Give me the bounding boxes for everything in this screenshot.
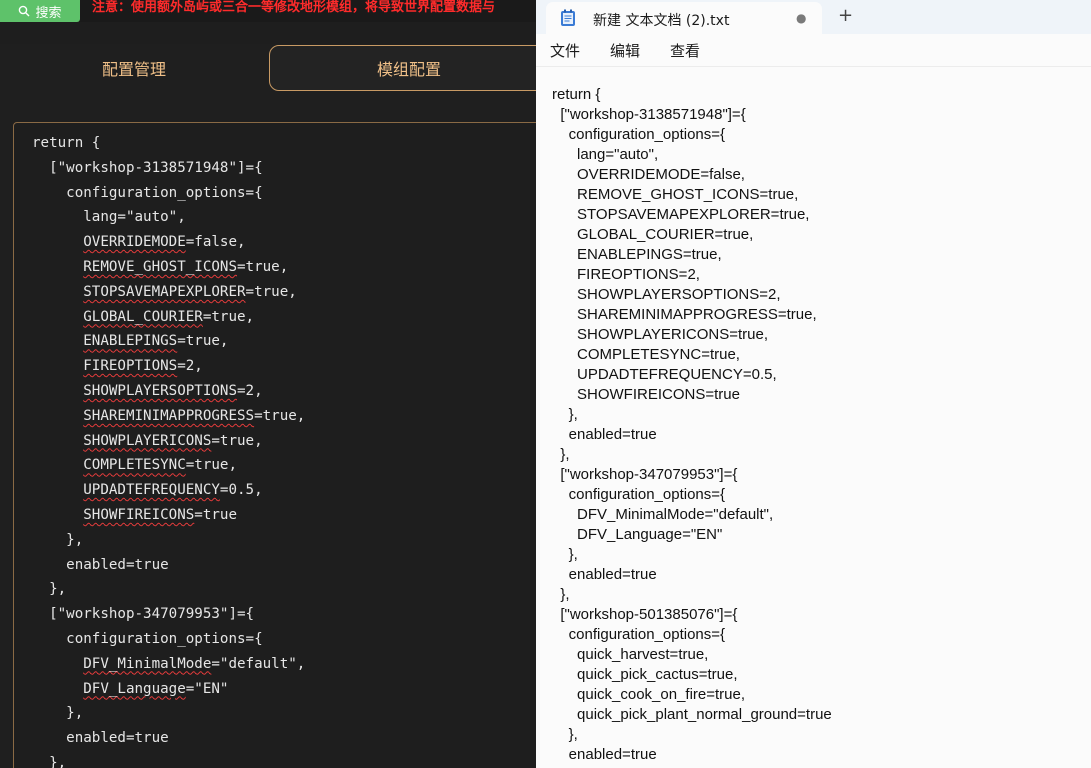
- spellcheck-word: DFV_Language: [83, 680, 186, 697]
- spellcheck-word: ENABLEPINGS: [83, 333, 178, 350]
- spellcheck-word: SHOWPLAYERSOPTIONS: [83, 382, 237, 399]
- spellcheck-word: REMOVE_GHOST_ICONS: [83, 258, 237, 275]
- notepad-text[interactable]: return { ["workshop-3138571948"]={ confi…: [536, 67, 1091, 765]
- plus-icon[interactable]: +: [838, 5, 853, 26]
- notepad-code-line: quick_pick_cactus=true,: [552, 666, 738, 683]
- notepad-code-line: ENABLEPINGS=true,: [552, 246, 722, 263]
- notepad-code-line: OVERRIDEMODE=false,: [552, 166, 745, 183]
- search-button[interactable]: 搜索: [0, 0, 80, 22]
- notepad-code-line: ["workshop-347079953"]={: [552, 466, 738, 483]
- tab-bar: 配置管理 模组配置: [0, 44, 536, 94]
- left-code-line: GLOBAL_COURIER=true,: [83, 308, 255, 325]
- notepad-code-line: DFV_Language="EN": [552, 526, 723, 543]
- notepad-code-line: quick_cook_on_fire=true,: [552, 686, 746, 703]
- left-code-line: ENABLEPINGS=true,: [83, 333, 229, 350]
- notepad-code-line: GLOBAL_COURIER=true,: [552, 226, 754, 243]
- config-code-text[interactable]: return { ["workshop-3138571948"]={ confi…: [14, 123, 536, 768]
- notepad-code-line: FIREOPTIONS=2,: [552, 266, 700, 283]
- tab-mod-config[interactable]: 模组配置: [269, 45, 536, 91]
- notepad-code-line: SHOWPLAYERSOPTIONS=2,: [552, 286, 781, 303]
- mod-manager-app: 搜索 注意：使用额外岛屿或三合一等修改地形模组，将导致世界配置数据与 配置管理 …: [0, 0, 536, 768]
- spellcheck-word: DFV_MinimalMode: [83, 655, 212, 672]
- left-code-line: configuration_options={: [32, 630, 263, 647]
- notepad-code-line: SHAREMINIMAPPROGRESS=true,: [552, 306, 817, 323]
- left-code-line: SHAREMINIMAPPROGRESS=true,: [83, 407, 306, 424]
- notepad-file-tab[interactable]: 新建 文本文档 (2).txt ●: [546, 2, 822, 34]
- menu-edit[interactable]: 编辑: [610, 40, 640, 61]
- notepad-code-line: enabled=true: [552, 566, 657, 583]
- spellcheck-word: GLOBAL_COURIER: [83, 308, 203, 325]
- spellcheck-word: SHOWFIREICONS: [83, 506, 195, 523]
- notepad-code-line: enabled=true: [552, 746, 657, 763]
- spellcheck-word: SHOWPLAYERICONS: [83, 432, 212, 449]
- top-bar: 搜索 注意：使用额外岛屿或三合一等修改地形模组，将导致世界配置数据与: [0, 0, 536, 22]
- tab-config-management[interactable]: 配置管理: [0, 45, 268, 91]
- spellcheck-word: STOPSAVEMAPEXPLORER: [83, 283, 246, 300]
- left-code-line: },: [32, 531, 84, 548]
- left-code-line: DFV_MinimalMode="default",: [83, 655, 306, 672]
- spellcheck-word: UPDADTEFREQUENCY: [83, 482, 220, 499]
- notepad-menu-bar: 文件 编辑 查看: [536, 34, 1091, 67]
- left-code-line: },: [32, 754, 67, 768]
- app-body: 配置管理 模组配置 return { ["workshop-3138571948…: [0, 44, 536, 768]
- left-code-line: ["workshop-3138571948"]={: [32, 159, 263, 176]
- left-code-line: STOPSAVEMAPEXPLORER=true,: [83, 283, 297, 300]
- menu-file[interactable]: 文件: [550, 40, 580, 61]
- notepad-code-line: UPDADTEFREQUENCY=0.5,: [552, 366, 777, 383]
- left-code-line: DFV_Language="EN": [83, 680, 229, 697]
- notepad-code-line: enabled=true: [552, 426, 657, 443]
- notepad-code-line: DFV_MinimalMode="default",: [552, 506, 774, 523]
- search-button-label: 搜索: [35, 5, 62, 21]
- left-code-line: UPDADTEFREQUENCY=0.5,: [83, 482, 263, 499]
- terrain-mod-warning: 注意：使用额外岛屿或三合一等修改地形模组，将导致世界配置数据与: [92, 0, 496, 15]
- menu-view[interactable]: 查看: [670, 40, 700, 61]
- notepad-code-line: STOPSAVEMAPEXPLORER=true,: [552, 206, 810, 223]
- notepad-code-line: configuration_options={: [552, 486, 726, 503]
- notepad-code-line: ["workshop-3138571948"]={: [552, 106, 746, 123]
- notepad-code-line: },: [552, 546, 578, 563]
- left-code-line: SHOWPLAYERICONS=true,: [83, 432, 263, 449]
- notepad-code-line: },: [552, 726, 578, 743]
- notepad-code-line: },: [552, 446, 570, 463]
- left-code-line: enabled=true: [32, 730, 169, 747]
- notepad-code-line: SHOWPLAYERICONS=true,: [552, 326, 769, 343]
- notepad-code-line: REMOVE_GHOST_ICONS=true,: [552, 186, 799, 203]
- left-code-line: SHOWFIREICONS=true: [83, 506, 238, 523]
- left-code-line: ["workshop-347079953"]={: [32, 606, 255, 623]
- spellcheck-word: OVERRIDEMODE: [83, 234, 186, 251]
- left-code-line: COMPLETESYNC=true,: [83, 457, 237, 474]
- spellcheck-word: FIREOPTIONS: [83, 358, 178, 375]
- left-code-line: SHOWPLAYERSOPTIONS=2,: [83, 382, 263, 399]
- left-code-line: OVERRIDEMODE=false,: [83, 234, 246, 251]
- notepad-code-line: configuration_options={: [552, 126, 726, 143]
- left-code-line: return {: [32, 135, 101, 151]
- notepad-code-line: },: [552, 586, 570, 603]
- close-dot-icon[interactable]: ●: [796, 11, 806, 25]
- notepad-editor[interactable]: return { ["workshop-3138571948"]={ confi…: [536, 67, 1091, 768]
- spellcheck-word: COMPLETESYNC: [83, 457, 186, 474]
- notepad-code-line: configuration_options={: [552, 626, 726, 643]
- search-icon: [19, 5, 30, 17]
- left-code-line: REMOVE_GHOST_ICONS=true,: [83, 258, 289, 275]
- notepad-title-bar: 新建 文本文档 (2).txt ● +: [536, 0, 1091, 34]
- left-code-line: lang="auto",: [32, 209, 186, 226]
- config-code-editor[interactable]: return { ["workshop-3138571948"]={ confi…: [13, 122, 536, 768]
- notepad-code-line: ["workshop-501385076"]={: [552, 606, 738, 623]
- notepad-window: 新建 文本文档 (2).txt ● + 文件 编辑 查看 return { ["…: [536, 0, 1091, 768]
- notepad-code-line: quick_pick_plant_normal_ground=true: [552, 706, 832, 723]
- notepad-code-line: lang="auto",: [552, 146, 659, 163]
- left-code-line: configuration_options={: [32, 184, 263, 201]
- notepad-code-line: quick_harvest=true,: [552, 646, 709, 663]
- notepad-code-line: COMPLETESYNC=true,: [552, 346, 740, 363]
- left-code-line: FIREOPTIONS=2,: [83, 358, 203, 375]
- notepad-code-line: return {: [552, 86, 601, 103]
- notepad-code-line: },: [552, 406, 578, 423]
- notepad-code-line: SHOWFIREICONS=true: [552, 386, 740, 403]
- left-code-line: },: [32, 581, 67, 598]
- notepad-tab-title: 新建 文本文档 (2).txt: [593, 13, 730, 29]
- notepad-icon: [561, 9, 575, 26]
- left-code-line: enabled=true: [32, 556, 169, 573]
- spellcheck-word: SHAREMINIMAPPROGRESS: [83, 407, 255, 424]
- left-code-line: },: [32, 705, 84, 722]
